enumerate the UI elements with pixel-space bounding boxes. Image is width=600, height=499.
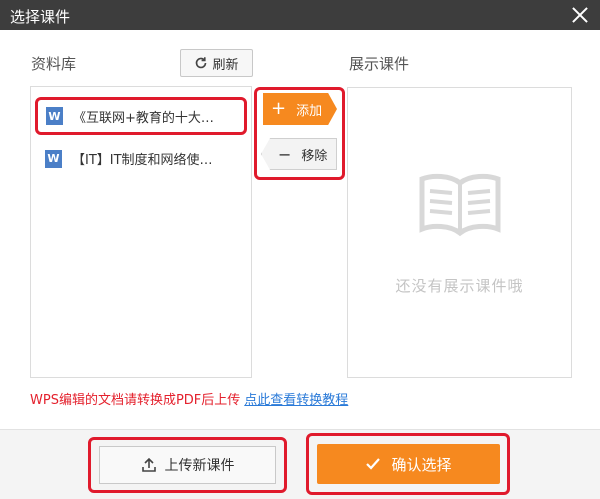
refresh-icon [196, 57, 207, 69]
list-item[interactable]: W 《互联网+教育的十大… [35, 97, 247, 135]
refresh-label: 刷新 [212, 57, 239, 73]
minus-icon: − [278, 144, 292, 164]
plus-icon: + [271, 98, 287, 119]
upload-icon [141, 457, 156, 472]
confirm-label: 确认选择 [391, 455, 452, 474]
title-bar: 选择课件 [0, 0, 600, 30]
display-list: 还没有展示课件哦 [347, 87, 572, 378]
library-list: W 《互联网+教育的十大… W 【IT】IT制度和网络使… [30, 86, 252, 378]
remove-label: 移除 [301, 148, 328, 164]
upload-new-courseware-button[interactable]: 上传新课件 [99, 446, 276, 484]
confirm-selection-button[interactable]: 确认选择 [317, 444, 500, 484]
library-label: 资料库 [31, 55, 77, 73]
notice-text: WPS编辑的文档请转换成PDF后上传 [30, 393, 241, 408]
close-icon[interactable] [568, 3, 592, 27]
refresh-button[interactable]: 刷新 [180, 49, 253, 77]
add-label: 添加 [296, 103, 323, 119]
list-item-title: 【IT】IT制度和网络使… [72, 153, 213, 168]
list-item[interactable]: W 【IT】IT制度和网络使… [37, 142, 245, 175]
conversion-notice: WPS编辑的文档请转换成PDF后上传 点此查看转换教程 [30, 389, 348, 408]
add-button[interactable]: + 添加 [263, 93, 337, 125]
checkmark-icon [366, 458, 381, 470]
remove-button[interactable]: − 移除 [261, 138, 337, 170]
word-doc-icon: W [46, 107, 63, 125]
word-doc-icon: W [45, 149, 62, 168]
open-book-icon [419, 173, 501, 237]
conversion-tutorial-link[interactable]: 点此查看转换教程 [244, 393, 348, 408]
upload-label: 上传新课件 [164, 458, 235, 474]
display-label: 展示课件 [349, 55, 410, 73]
window-title: 选择课件 [10, 8, 71, 26]
list-item-title: 《互联网+教育的十大… [73, 110, 214, 126]
empty-state-text: 还没有展示课件哦 [395, 277, 524, 295]
